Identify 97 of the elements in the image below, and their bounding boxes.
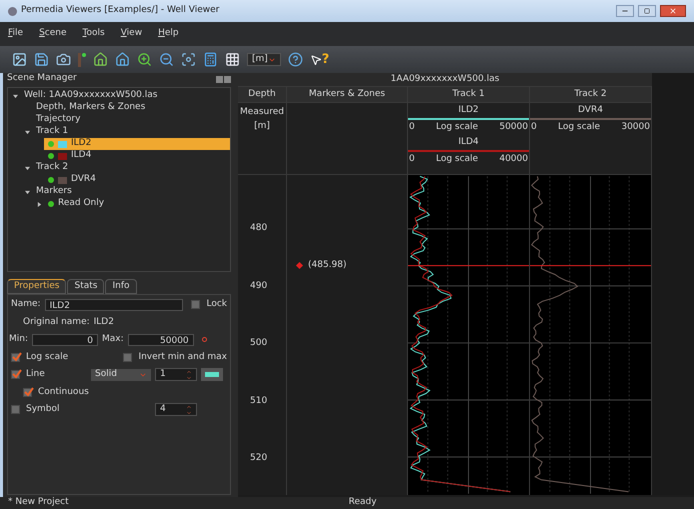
max-field[interactable]: 50000 <box>128 334 194 346</box>
curve-name: ILD2 <box>457 104 480 117</box>
maximize-icon <box>644 8 650 14</box>
maximize-button[interactable] <box>638 5 656 17</box>
checkbox-label: Symbol <box>26 403 60 416</box>
minimize-button[interactable] <box>616 5 634 17</box>
close-icon[interactable] <box>224 76 231 82</box>
expand-arrow-icon[interactable] <box>24 166 30 170</box>
status-text: * New Project <box>8 496 69 509</box>
save-icon[interactable] <box>34 52 49 67</box>
checkbox[interactable] <box>191 300 200 310</box>
tree-item[interactable]: Track 1 <box>32 126 72 138</box>
curve-name: DVR4 <box>577 104 604 117</box>
scale-min: 0 <box>409 120 415 134</box>
expand-arrow-icon[interactable] <box>24 130 30 134</box>
menu-item[interactable]: View <box>120 27 142 41</box>
color-button[interactable] <box>201 368 223 382</box>
expand-arrow-icon[interactable] <box>24 190 30 194</box>
checkbox-label: Invert min and max <box>138 350 227 364</box>
scale-max: 50000 <box>499 120 528 134</box>
tree-item[interactable]: Trajectory <box>32 114 84 126</box>
scale-label: Log scale <box>558 120 600 134</box>
menu-item[interactable]: Tools <box>82 27 105 41</box>
scale-label: Log scale <box>436 152 478 166</box>
close-button[interactable] <box>660 5 686 17</box>
tree-item[interactable]: ILD4 <box>44 150 96 162</box>
checkbox-label: Continuous <box>38 386 89 398</box>
checkbox[interactable] <box>11 352 20 362</box>
scale-label: Log scale <box>436 120 478 134</box>
checkbox-label: Log scale <box>26 350 68 364</box>
symbol-size-spinner[interactable]: 4 <box>155 403 197 416</box>
column-header: Markers & Zones <box>287 87 408 102</box>
line-width-spinner[interactable]: 1 <box>155 368 197 382</box>
checkbox-label: Lock <box>206 298 227 311</box>
float-icon[interactable] <box>216 76 223 82</box>
checkbox[interactable] <box>11 370 20 380</box>
checkbox[interactable] <box>23 388 32 397</box>
depth-unit: [m] <box>254 120 270 132</box>
tree-item[interactable]: DVR4 <box>44 174 100 186</box>
camera-icon[interactable] <box>56 52 71 67</box>
menu-item[interactable]: Scene <box>39 27 67 41</box>
zoom-out-icon[interactable] <box>159 52 174 67</box>
grid-icon[interactable] <box>225 52 240 67</box>
field-label: Name: <box>11 298 41 311</box>
marker-label: (485.98) <box>308 259 347 272</box>
scale-min: 0 <box>409 152 415 166</box>
expand-arrow-icon[interactable] <box>12 94 18 98</box>
field-label: Max: <box>102 333 124 346</box>
tree-item[interactable]: Markers <box>32 186 76 198</box>
tree-item[interactable]: Depth, Markers & Zones <box>32 102 150 114</box>
depth-tick-label: 510 <box>250 394 268 408</box>
track-add-icon[interactable] <box>78 52 86 66</box>
tab[interactable]: Info <box>105 279 137 294</box>
home-icon[interactable] <box>115 52 130 67</box>
line-style-dropdown[interactable]: Solid <box>91 368 151 381</box>
min-field[interactable]: 0 <box>32 334 98 346</box>
tree-item[interactable]: Track 2 <box>32 162 72 174</box>
help-icon[interactable] <box>288 52 303 67</box>
home-icon[interactable] <box>93 52 108 67</box>
checkbox[interactable] <box>11 405 20 414</box>
tab[interactable]: Stats <box>67 279 104 294</box>
field-label: Original name: <box>23 316 90 328</box>
scale-max: 40000 <box>499 152 528 166</box>
expand-arrow-icon[interactable] <box>36 202 42 206</box>
depth-tick-label: 490 <box>250 280 268 292</box>
curve-name: ILD4 <box>457 136 480 149</box>
zoom-in-icon[interactable] <box>137 52 152 67</box>
depth-label: Measured <box>240 106 284 119</box>
unit-dropdown[interactable]: [m] <box>247 53 281 66</box>
depth-tick-label: 480 <box>250 222 268 235</box>
status-text: Ready <box>348 496 377 509</box>
scale-min: 0 <box>531 120 537 134</box>
menu-item[interactable]: File <box>8 27 24 41</box>
app-icon <box>8 6 17 16</box>
file-header: 1AA09xxxxxxxW500.las <box>238 73 652 87</box>
image-icon[interactable] <box>12 52 27 67</box>
original-name: ILD2 <box>94 316 114 328</box>
depth-tick-label: 500 <box>250 337 268 350</box>
calculator-icon[interactable] <box>203 52 218 67</box>
reset-icon[interactable] <box>202 337 207 342</box>
window-title: Permedia Viewers [Examples/] - Well Viewer <box>21 4 220 18</box>
tree-item[interactable]: Read Only <box>44 198 108 210</box>
close-icon <box>669 7 677 15</box>
tree-item[interactable]: Well: 1AA09xxxxxxxW500.las <box>20 90 162 102</box>
tab[interactable]: Properties <box>7 279 66 294</box>
column-header: Depth <box>238 87 287 102</box>
column-header: Track 1 <box>408 87 530 102</box>
checkbox[interactable] <box>123 352 132 362</box>
scale-max: 30000 <box>621 120 650 134</box>
panel-title: Scene Manager <box>7 72 77 86</box>
depth-tick-label: 520 <box>250 452 268 465</box>
zoom-fit-icon[interactable] <box>181 52 196 67</box>
name-field[interactable]: ILD2 <box>44 298 184 311</box>
menu-item[interactable]: Help <box>158 27 179 41</box>
checkbox-label: Line <box>26 368 45 381</box>
field-label: Min: <box>9 333 28 346</box>
tree-item[interactable]: ILD2 <box>44 138 230 150</box>
